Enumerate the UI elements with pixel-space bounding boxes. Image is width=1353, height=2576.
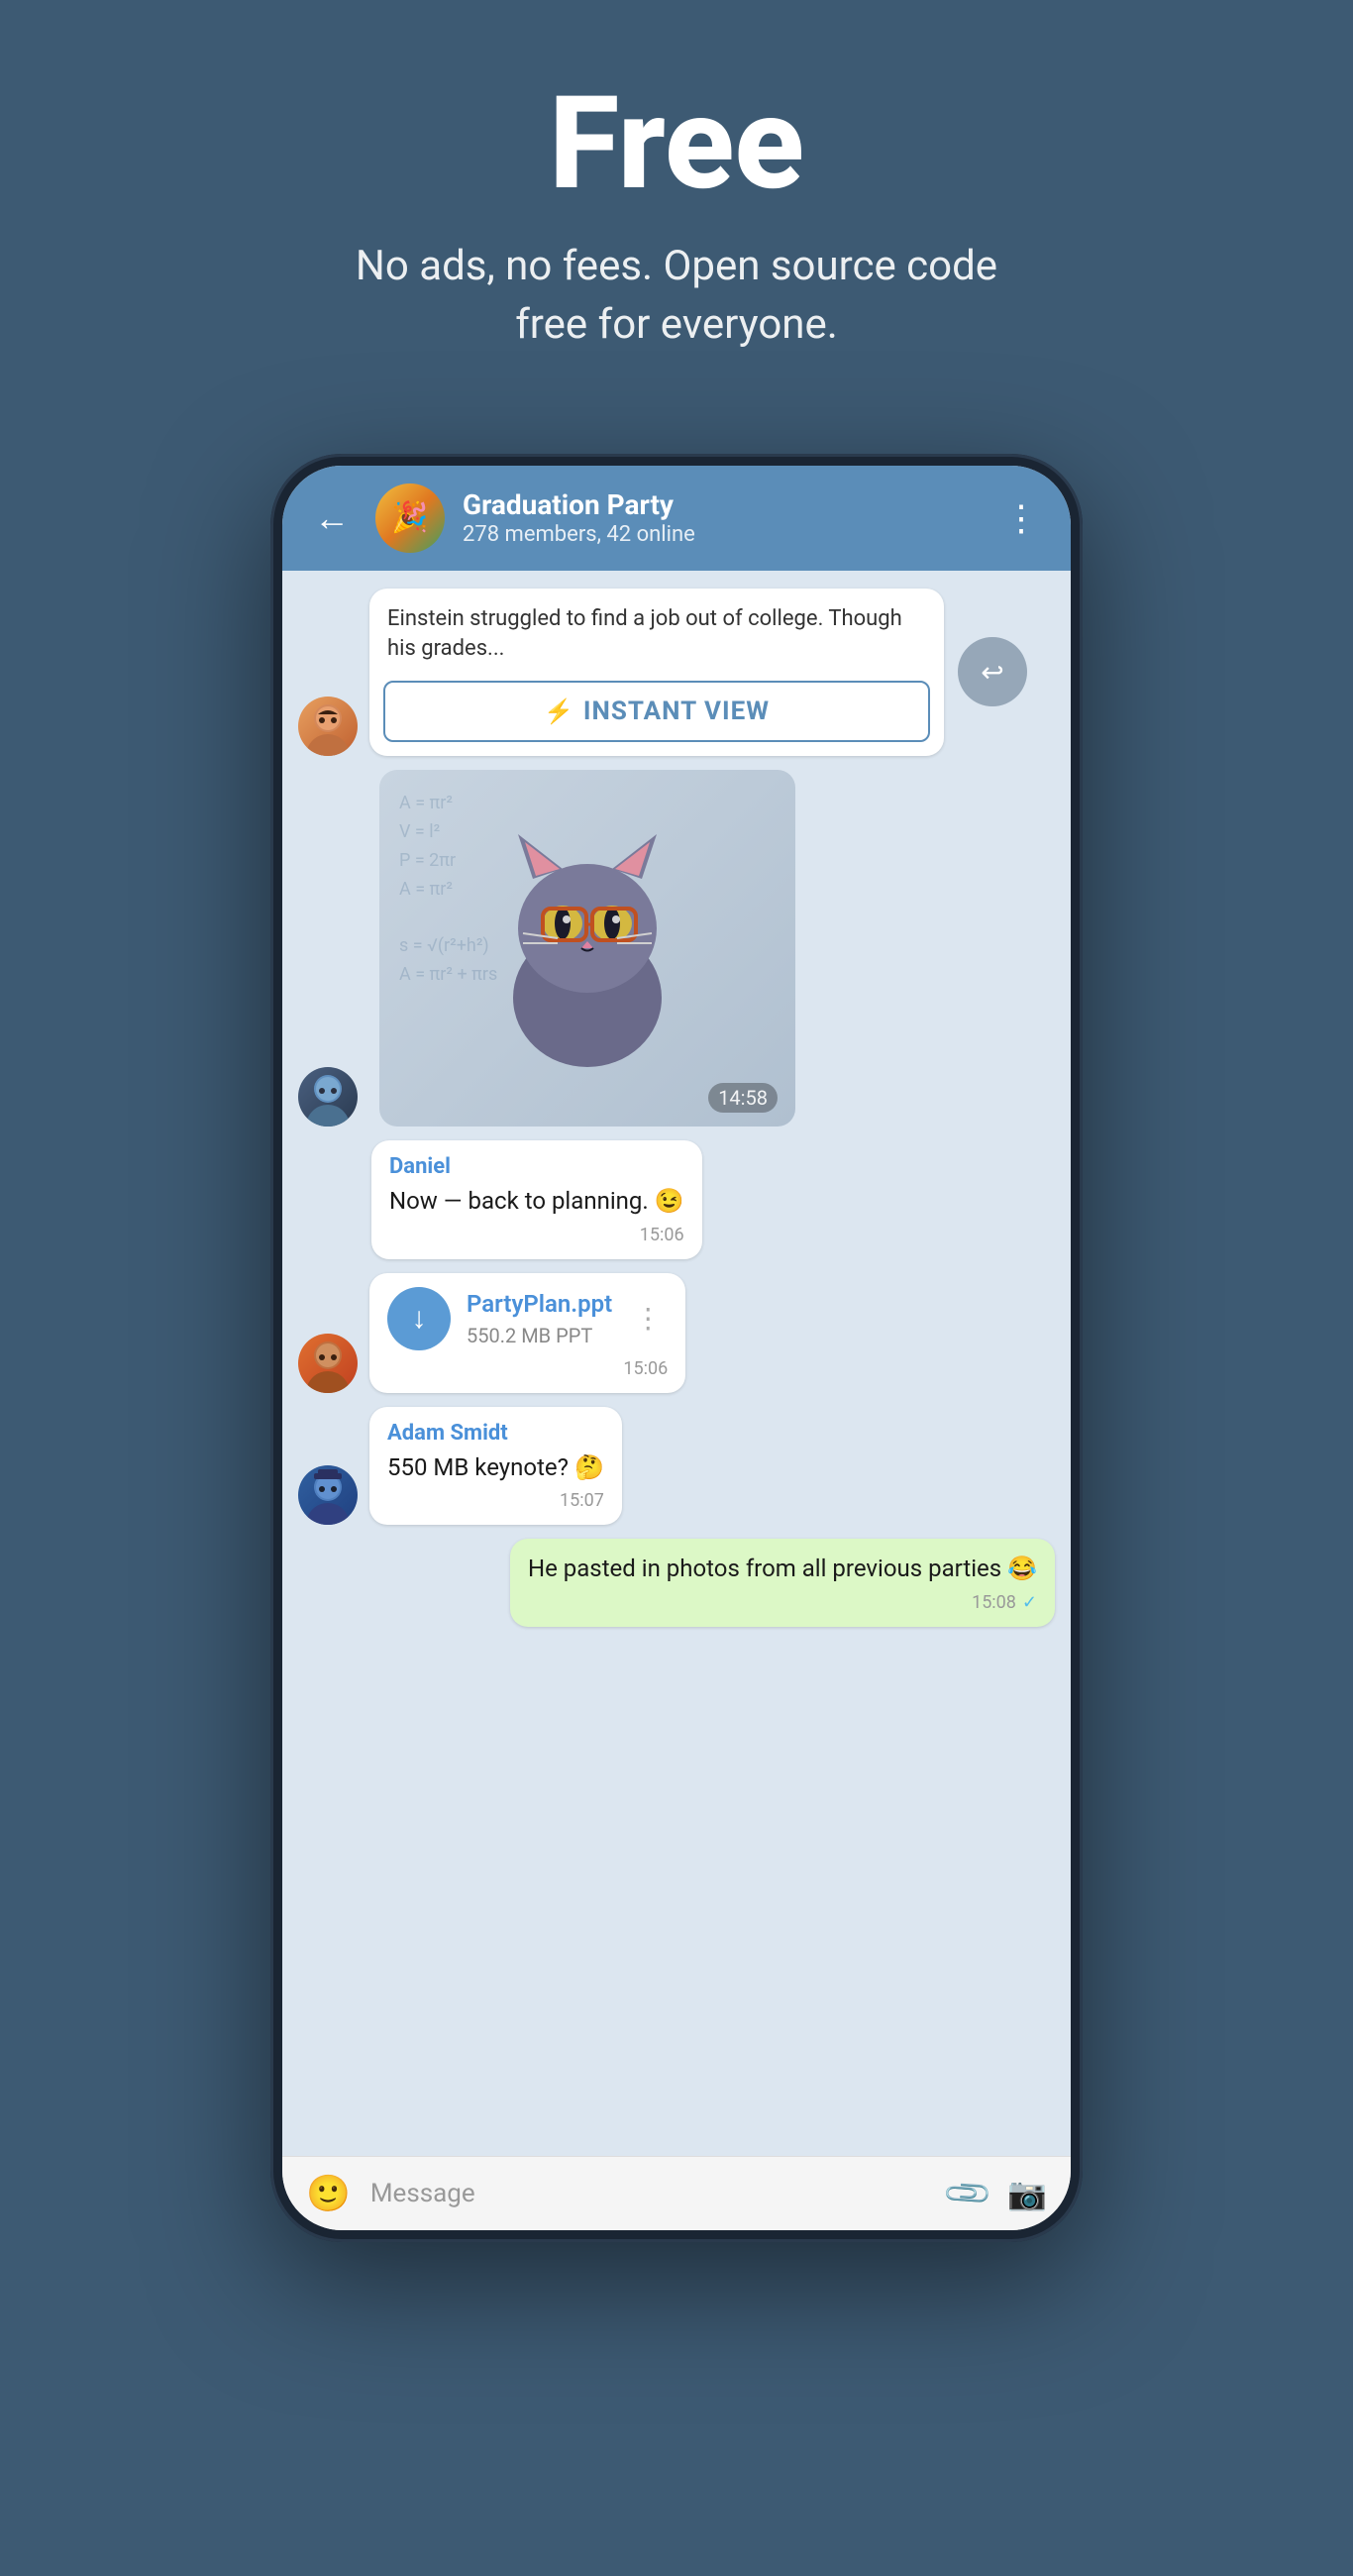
file-name: PartyPlan.ppt xyxy=(467,1289,612,1320)
group-name: Graduation Party xyxy=(463,488,978,522)
chat-body: Einstein struggled to find a job out of … xyxy=(282,571,1071,2156)
sticker-time: 14:58 xyxy=(708,1083,778,1113)
message-input-bar: 🙂 Message 📎 📷 xyxy=(282,2156,1071,2230)
sticker-container: A = πr²V = l²P = 2πrA = πr² s = √(r²+h²)… xyxy=(379,770,795,1127)
message-text: Now — back to planning. 😉 xyxy=(389,1185,684,1219)
group-status: 278 members, 42 online xyxy=(463,522,978,547)
message-time: 15:08 ✓ xyxy=(528,1592,1037,1613)
file-options-button[interactable]: ⋮ xyxy=(628,1302,668,1335)
message-sender: Daniel xyxy=(389,1154,684,1179)
header-info: Graduation Party 278 members, 42 online xyxy=(463,488,978,547)
avatar xyxy=(298,1465,358,1525)
instant-view-button[interactable]: ⚡ INSTANT VIEW xyxy=(383,681,930,742)
message-bubble: Adam Smidt 550 MB keynote? 🤔 15:07 xyxy=(369,1407,622,1526)
message-time: 15:06 xyxy=(389,1225,684,1245)
avatar xyxy=(298,1067,358,1127)
share-button[interactable]: ↩ xyxy=(958,637,1027,706)
message-sender: Adam Smidt xyxy=(387,1421,604,1446)
message-row-self: He pasted in photos from all previous pa… xyxy=(298,1539,1055,1627)
phone-frame: ← 🎉 Graduation Party 278 members, 42 onl… xyxy=(270,454,1083,2242)
phone-screen: ← 🎉 Graduation Party 278 members, 42 onl… xyxy=(282,466,1071,2230)
hero-title: Free xyxy=(330,79,1023,208)
message-time: 15:07 xyxy=(387,1490,604,1511)
message-text: 550 MB keynote? 🤔 xyxy=(387,1451,604,1485)
message-row: Einstein struggled to find a job out of … xyxy=(298,589,1055,757)
hero-subtitle: No ads, no fees. Open source code free f… xyxy=(330,238,1023,355)
avatar xyxy=(298,1334,358,1393)
file-time: 15:06 xyxy=(387,1358,668,1379)
download-button[interactable]: ↓ xyxy=(387,1287,451,1350)
file-info: PartyPlan.ppt 550.2 MB PPT xyxy=(467,1289,612,1347)
message-input[interactable]: Message xyxy=(370,2179,928,2208)
group-avatar: 🎉 xyxy=(375,483,445,553)
hero-section: Free No ads, no fees. Open source code f… xyxy=(290,0,1063,414)
message-bubble: Daniel Now — back to planning. 😉 15:06 xyxy=(371,1140,702,1259)
attach-button[interactable]: 📎 xyxy=(941,2166,995,2220)
message-row: Adam Smidt 550 MB keynote? 🤔 15:07 xyxy=(298,1407,1055,1526)
emoji-button[interactable]: 🙂 xyxy=(306,2173,351,2214)
message-row: Daniel Now — back to planning. 😉 15:06 xyxy=(371,1140,1055,1259)
math-background: A = πr²V = l²P = 2πrA = πr² s = √(r²+h²)… xyxy=(379,770,795,1127)
chat-header: ← 🎉 Graduation Party 278 members, 42 onl… xyxy=(282,466,1071,571)
more-options-button[interactable]: ⋮ xyxy=(995,493,1047,543)
phone-wrapper: ← 🎉 Graduation Party 278 members, 42 onl… xyxy=(0,454,1353,2242)
link-preview-text: Einstein struggled to find a job out of … xyxy=(369,589,944,682)
sticker-row: A = πr²V = l²P = 2πrA = πr² s = √(r²+h²)… xyxy=(298,770,1055,1127)
read-tick-icon: ✓ xyxy=(1022,1592,1037,1613)
message-row: ↓ PartyPlan.ppt 550.2 MB PPT ⋮ 15:06 xyxy=(298,1273,1055,1393)
link-preview-bubble: Einstein struggled to find a job out of … xyxy=(369,589,944,757)
back-button[interactable]: ← xyxy=(306,493,358,543)
camera-button[interactable]: 📷 xyxy=(1007,2175,1047,2212)
self-message-bubble: He pasted in photos from all previous pa… xyxy=(510,1539,1055,1627)
instant-view-label: INSTANT VIEW xyxy=(583,697,770,726)
file-bubble: ↓ PartyPlan.ppt 550.2 MB PPT ⋮ 15:06 xyxy=(369,1273,685,1393)
message-text: He pasted in photos from all previous pa… xyxy=(528,1553,1037,1586)
avatar xyxy=(298,697,358,756)
bolt-icon: ⚡ xyxy=(544,698,573,725)
file-size: 550.2 MB PPT xyxy=(467,1324,612,1347)
